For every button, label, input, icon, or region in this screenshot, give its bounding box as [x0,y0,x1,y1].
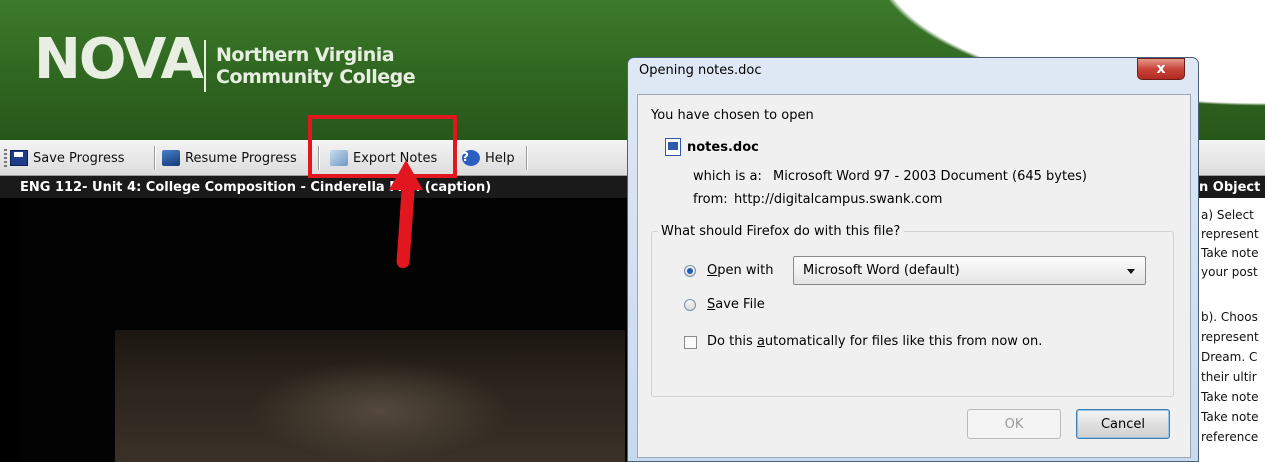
resume-icon [162,150,180,166]
resume-progress-button[interactable]: Resume Progress [162,146,297,170]
close-button[interactable]: x [1137,58,1185,80]
open-with-accesskey: O [707,263,718,278]
objectives-line: Take note [1201,410,1259,424]
college-name-line2: Community College [216,66,416,88]
objectives-line: your post [1201,265,1258,279]
objectives-line: reference [1201,430,1259,444]
toolbar-grip[interactable] [4,149,7,167]
auto-action-checkbox[interactable] [684,336,697,349]
highlight-box [308,115,457,178]
objectives-line: Take note [1201,246,1259,260]
objectives-line: b). Choos [1201,310,1258,324]
save-icon [10,150,28,166]
from-label: from: [693,192,728,207]
which-is-label: which is a: [693,169,762,184]
objectives-line: represent [1201,330,1259,344]
open-with-radio[interactable] [684,265,696,277]
ok-button[interactable]: OK [967,409,1061,439]
nova-logo: NOVA [34,27,204,92]
help-label: Help [485,150,515,166]
auto-action-text-b: utomatically for files like this from no… [764,334,1043,349]
toolbar-separator [526,146,528,170]
action-group-label: What should Firefox do with this file? [657,224,905,239]
video-frame-highlight [250,360,510,462]
objectives-line: a) Select [1201,208,1254,222]
chevron-down-icon [1127,269,1135,274]
logo-divider [204,40,206,92]
objectives-line: their ultir [1201,370,1257,384]
application-select-value: Microsoft Word (default) [803,263,960,278]
annotation-arrow-head [389,160,423,190]
dialog-intro-text: You have chosen to open [651,108,814,123]
save-progress-label: Save Progress [33,150,125,166]
dialog-title: Opening notes.doc [639,63,762,78]
objectives-line: represent [1201,227,1259,241]
application-select[interactable]: Microsoft Word (default) [793,256,1146,285]
help-button[interactable]: ? Help [462,146,515,170]
auto-action-text-a: Do this [707,334,757,349]
word-document-icon [665,138,681,156]
save-file-text: ave File [715,297,765,312]
help-icon: ? [462,150,480,166]
save-file-label[interactable]: Save File [707,297,765,312]
objectives-line: Dream. C [1201,350,1258,364]
college-name-line1: Northern Virginia [216,44,395,66]
save-progress-button[interactable]: Save Progress [10,146,125,170]
cancel-button[interactable]: Cancel [1076,409,1170,439]
objectives-panel-title: n Object [1199,180,1261,195]
file-type-value: Microsoft Word 97 - 2003 Document (645 b… [773,169,1087,184]
source-url-value: http://digitalcampus.swank.com [734,192,943,207]
auto-action-label[interactable]: Do this automatically for files like thi… [707,334,1042,349]
open-with-text: pen with [717,263,774,278]
resume-progress-label: Resume Progress [185,150,297,166]
open-with-label[interactable]: Open with [707,263,773,278]
objectives-line: Take note [1201,390,1259,404]
file-name: notes.doc [687,140,759,155]
auto-action-accesskey: a [756,334,765,349]
toolbar-separator [154,146,156,170]
save-file-radio[interactable] [684,299,696,311]
